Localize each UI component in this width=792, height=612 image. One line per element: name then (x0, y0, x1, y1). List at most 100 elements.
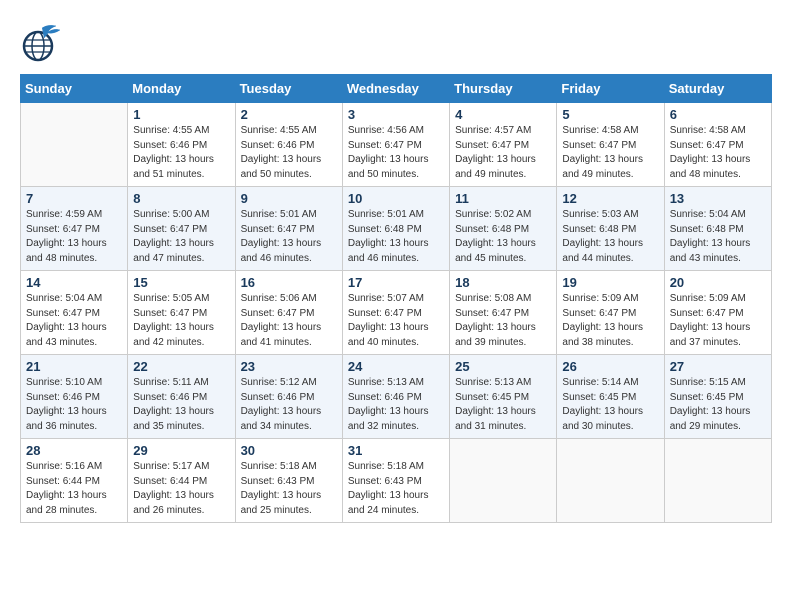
day-info: Sunrise: 5:02 AM Sunset: 6:48 PM Dayligh… (455, 208, 551, 266)
calendar-cell: 13 Sunrise: 5:04 AM Sunset: 6:48 PM Dayli… (664, 187, 771, 271)
day-number: 19 (562, 275, 658, 290)
calendar-cell: 8 Sunrise: 5:00 AM Sunset: 6:47 PM Daylig… (128, 187, 235, 271)
calendar-cell: 16Sunrise: 5:06 AM Sunset: 6:47 PM Dayli… (235, 271, 342, 355)
day-info: Sunrise: 4:57 AM Sunset: 6:47 PM Dayligh… (455, 124, 551, 182)
calendar-cell: 4 Sunrise: 4:57 AM Sunset: 6:47 PM Daylig… (450, 103, 557, 187)
calendar-cell: 23 Sunrise: 5:12 AM Sunset: 6:46 PM Dayli… (235, 355, 342, 439)
day-info: Sunrise: 5:01 AM Sunset: 6:47 PM Dayligh… (241, 208, 337, 266)
calendar-cell: 17 Sunrise: 5:07 AM Sunset: 6:47 PM Dayli… (342, 271, 449, 355)
calendar-cell: 7 Sunrise: 4:59 AM Sunset: 6:47 PM Daylig… (21, 187, 128, 271)
day-info: Sunrise: 4:59 AM Sunset: 6:47 PM Dayligh… (26, 208, 122, 266)
day-number: 22 (133, 359, 229, 374)
calendar-cell (664, 439, 771, 523)
day-info: Sunrise: 5:07 AM Sunset: 6:47 PM Dayligh… (348, 292, 444, 350)
day-number: 29 (133, 443, 229, 458)
calendar-cell: 20 Sunrise: 5:09 AM Sunset: 6:47 PM Dayli… (664, 271, 771, 355)
calendar-header-row: SundayMondayTuesdayWednesdayThursdayFrid… (21, 75, 772, 103)
day-number: 13 (670, 191, 766, 206)
calendar-cell: 2 Sunrise: 4:55 AM Sunset: 6:46 PM Daylig… (235, 103, 342, 187)
day-number: 20 (670, 275, 766, 290)
day-number: 16 (241, 275, 337, 290)
calendar-cell: 21Sunrise: 5:10 AM Sunset: 6:46 PM Dayli… (21, 355, 128, 439)
day-info: Sunrise: 5:09 AM Sunset: 6:47 PM Dayligh… (670, 292, 766, 350)
day-number: 4 (455, 107, 551, 122)
day-number: 24 (348, 359, 444, 374)
calendar-cell: 30 Sunrise: 5:18 AM Sunset: 6:43 PM Dayli… (235, 439, 342, 523)
calendar-cell: 15Sunrise: 5:05 AM Sunset: 6:47 PM Dayli… (128, 271, 235, 355)
day-number: 12 (562, 191, 658, 206)
day-number: 25 (455, 359, 551, 374)
weekday-header-monday: Monday (128, 75, 235, 103)
calendar-week-row: 28 Sunrise: 5:16 AM Sunset: 6:44 PM Dayli… (21, 439, 772, 523)
weekday-header-tuesday: Tuesday (235, 75, 342, 103)
calendar-cell: 11 Sunrise: 5:02 AM Sunset: 6:48 PM Dayli… (450, 187, 557, 271)
calendar-week-row: 21Sunrise: 5:10 AM Sunset: 6:46 PM Dayli… (21, 355, 772, 439)
day-info: Sunrise: 5:11 AM Sunset: 6:46 PM Dayligh… (133, 376, 229, 434)
day-number: 6 (670, 107, 766, 122)
day-info: Sunrise: 4:58 AM Sunset: 6:47 PM Dayligh… (670, 124, 766, 182)
calendar-cell: 14Sunrise: 5:04 AM Sunset: 6:47 PM Dayli… (21, 271, 128, 355)
day-number: 11 (455, 191, 551, 206)
day-info: Sunrise: 5:18 AM Sunset: 6:43 PM Dayligh… (241, 460, 337, 518)
day-info: Sunrise: 5:04 AM Sunset: 6:47 PM Dayligh… (26, 292, 122, 350)
calendar-cell: 1 Sunrise: 4:55 AM Sunset: 6:46 PM Daylig… (128, 103, 235, 187)
day-info: Sunrise: 5:16 AM Sunset: 6:44 PM Dayligh… (26, 460, 122, 518)
calendar-cell: 6 Sunrise: 4:58 AM Sunset: 6:47 PM Daylig… (664, 103, 771, 187)
day-number: 10 (348, 191, 444, 206)
day-info: Sunrise: 5:13 AM Sunset: 6:45 PM Dayligh… (455, 376, 551, 434)
day-info: Sunrise: 5:15 AM Sunset: 6:45 PM Dayligh… (670, 376, 766, 434)
calendar-week-row: 7 Sunrise: 4:59 AM Sunset: 6:47 PM Daylig… (21, 187, 772, 271)
calendar-cell (450, 439, 557, 523)
day-number: 1 (133, 107, 229, 122)
calendar-cell: 9 Sunrise: 5:01 AM Sunset: 6:47 PM Daylig… (235, 187, 342, 271)
day-info: Sunrise: 5:00 AM Sunset: 6:47 PM Dayligh… (133, 208, 229, 266)
calendar-cell: 28 Sunrise: 5:16 AM Sunset: 6:44 PM Dayli… (21, 439, 128, 523)
calendar-cell (557, 439, 664, 523)
day-number: 2 (241, 107, 337, 122)
day-number: 18 (455, 275, 551, 290)
calendar-table: SundayMondayTuesdayWednesdayThursdayFrid… (20, 74, 772, 523)
day-number: 3 (348, 107, 444, 122)
day-info: Sunrise: 4:55 AM Sunset: 6:46 PM Dayligh… (133, 124, 229, 182)
calendar-week-row: 1 Sunrise: 4:55 AM Sunset: 6:46 PM Daylig… (21, 103, 772, 187)
day-number: 26 (562, 359, 658, 374)
day-number: 28 (26, 443, 122, 458)
weekday-header-wednesday: Wednesday (342, 75, 449, 103)
calendar-cell: 22 Sunrise: 5:11 AM Sunset: 6:46 PM Dayli… (128, 355, 235, 439)
weekday-header-thursday: Thursday (450, 75, 557, 103)
calendar-cell: 29 Sunrise: 5:17 AM Sunset: 6:44 PM Dayli… (128, 439, 235, 523)
calendar-cell: 26Sunrise: 5:14 AM Sunset: 6:45 PM Dayli… (557, 355, 664, 439)
calendar-cell: 5Sunrise: 4:58 AM Sunset: 6:47 PM Daylig… (557, 103, 664, 187)
day-info: Sunrise: 4:55 AM Sunset: 6:46 PM Dayligh… (241, 124, 337, 182)
day-info: Sunrise: 5:17 AM Sunset: 6:44 PM Dayligh… (133, 460, 229, 518)
day-number: 9 (241, 191, 337, 206)
calendar-cell: 31Sunrise: 5:18 AM Sunset: 6:43 PM Dayli… (342, 439, 449, 523)
day-info: Sunrise: 5:10 AM Sunset: 6:46 PM Dayligh… (26, 376, 122, 434)
day-info: Sunrise: 5:12 AM Sunset: 6:46 PM Dayligh… (241, 376, 337, 434)
weekday-header-friday: Friday (557, 75, 664, 103)
logo-icon (20, 20, 64, 64)
calendar-week-row: 14Sunrise: 5:04 AM Sunset: 6:47 PM Dayli… (21, 271, 772, 355)
calendar-cell: 3Sunrise: 4:56 AM Sunset: 6:47 PM Daylig… (342, 103, 449, 187)
day-number: 8 (133, 191, 229, 206)
day-number: 15 (133, 275, 229, 290)
day-info: Sunrise: 5:01 AM Sunset: 6:48 PM Dayligh… (348, 208, 444, 266)
weekday-header-sunday: Sunday (21, 75, 128, 103)
day-info: Sunrise: 5:09 AM Sunset: 6:47 PM Dayligh… (562, 292, 658, 350)
calendar-cell: 19 Sunrise: 5:09 AM Sunset: 6:47 PM Dayli… (557, 271, 664, 355)
calendar-cell: 10 Sunrise: 5:01 AM Sunset: 6:48 PM Dayli… (342, 187, 449, 271)
day-number: 17 (348, 275, 444, 290)
logo (20, 20, 70, 64)
day-number: 5 (562, 107, 658, 122)
day-number: 7 (26, 191, 122, 206)
calendar-cell (21, 103, 128, 187)
weekday-header-saturday: Saturday (664, 75, 771, 103)
day-info: Sunrise: 5:03 AM Sunset: 6:48 PM Dayligh… (562, 208, 658, 266)
day-number: 23 (241, 359, 337, 374)
day-number: 30 (241, 443, 337, 458)
page-header (20, 20, 772, 64)
calendar-cell: 25 Sunrise: 5:13 AM Sunset: 6:45 PM Dayli… (450, 355, 557, 439)
calendar-cell: 12 Sunrise: 5:03 AM Sunset: 6:48 PM Dayli… (557, 187, 664, 271)
day-number: 27 (670, 359, 766, 374)
day-info: Sunrise: 5:04 AM Sunset: 6:48 PM Dayligh… (670, 208, 766, 266)
